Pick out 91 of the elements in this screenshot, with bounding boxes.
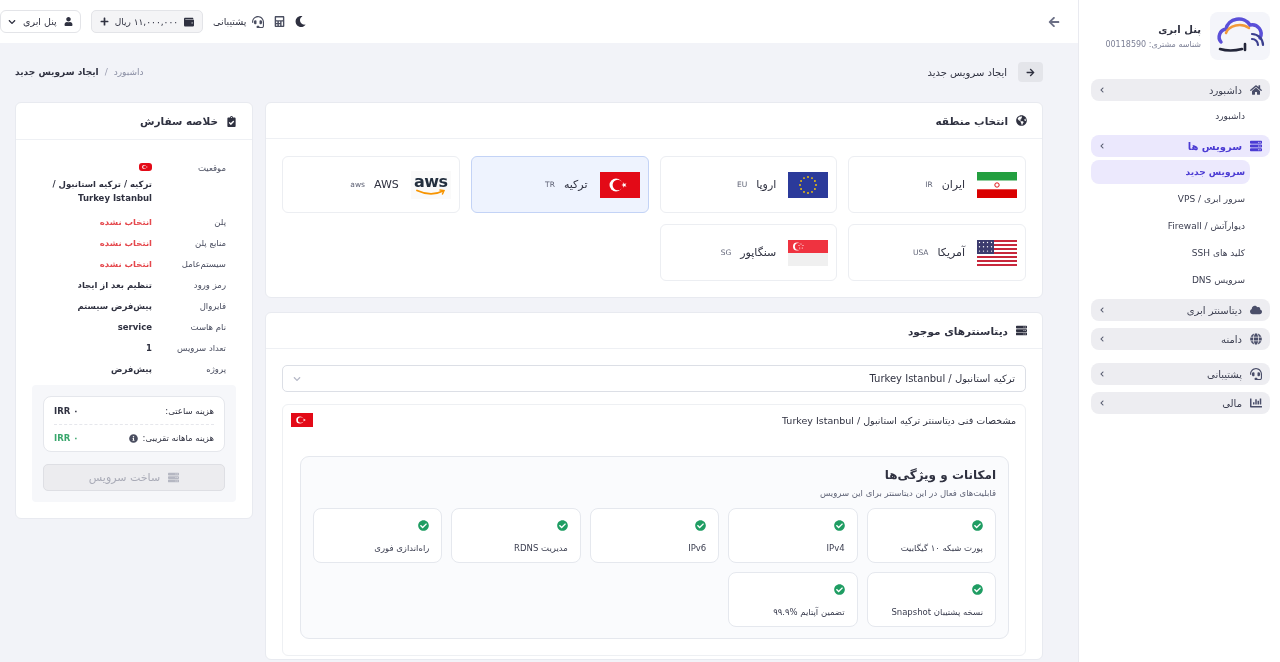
summary-value: ترکیه / ترکیه استانبول / Turkey Istanbul bbox=[52, 178, 152, 205]
plus-icon bbox=[99, 17, 109, 26]
turkey-flag-icon bbox=[291, 413, 313, 427]
feature-label: پورت شبکه ۱۰ گیگابیت bbox=[900, 543, 983, 553]
clipboard-check-icon bbox=[226, 115, 237, 127]
server-icon bbox=[1016, 325, 1027, 336]
summary-label: سیستم‌عامل bbox=[180, 257, 226, 271]
feature-label: راه‌اندازی فوری bbox=[374, 543, 430, 553]
summary-label: فایروال bbox=[198, 299, 226, 313]
eu-flag-icon bbox=[788, 171, 829, 198]
singapore-flag-icon bbox=[788, 239, 829, 266]
wallet-button[interactable]: ۱۱,۰۰۰,۰۰۰ ریال bbox=[90, 10, 204, 33]
summary-value: service bbox=[116, 320, 152, 334]
server-icon bbox=[168, 472, 180, 483]
right-arrow-icon bbox=[1026, 67, 1035, 77]
chevron-icon bbox=[1099, 307, 1105, 313]
subnav-item[interactable]: سرویس جدید bbox=[1091, 160, 1250, 184]
feature-label: IPv4 bbox=[826, 543, 845, 553]
globe-icon bbox=[1250, 333, 1262, 345]
summary-value: انتخاب نشده bbox=[98, 236, 152, 250]
summary-label: پروژه bbox=[205, 362, 226, 376]
chevron-icon bbox=[1099, 371, 1105, 377]
subnav-item[interactable]: کلید های SSH bbox=[1091, 241, 1250, 265]
features-subtitle: قابلیت‌های فعال در این دیتاسنتر برای این سرویس bbox=[818, 488, 996, 498]
subnav-item[interactable]: سرویس DNS bbox=[1091, 268, 1250, 292]
user-icon bbox=[63, 17, 73, 26]
breadcrumb-separator: / bbox=[104, 67, 108, 77]
moon-icon[interactable] bbox=[295, 16, 307, 27]
details-title: مشخصات فنی دیتاسنتر ترکیه استانبول / Turkey Istanbul bbox=[782, 414, 1016, 426]
chevron-down-icon bbox=[8, 17, 16, 26]
datacenter-select[interactable]: ترکیه استانبول / Turkey Istanbul bbox=[282, 365, 1026, 392]
summary-value: تنظیم بعد از ایجاد bbox=[76, 278, 152, 292]
cost-label: هزینه ماهانه تقریبی: bbox=[142, 433, 214, 443]
chevron-down-icon bbox=[293, 374, 301, 383]
summary-label: پلن bbox=[213, 215, 226, 229]
summary-value: انتخاب نشده bbox=[98, 215, 152, 229]
cloud-icon bbox=[1250, 304, 1262, 316]
summary-label: تعداد سرویس bbox=[176, 341, 226, 355]
section-title: انتخاب منطقه bbox=[935, 114, 1008, 127]
bar-chart-icon bbox=[1250, 397, 1262, 409]
summary-label: موقعیت bbox=[196, 162, 226, 175]
subnav-item[interactable]: داشبورد bbox=[1091, 104, 1250, 128]
chevron-icon bbox=[1099, 400, 1105, 406]
home-icon bbox=[1250, 84, 1262, 96]
globe-icon bbox=[1016, 115, 1027, 126]
subnav-item[interactable]: دیوارآتش / Firewall bbox=[1091, 214, 1250, 238]
turkey-flag-icon bbox=[599, 171, 640, 198]
summary-value: پیش‌فرض سیستم bbox=[76, 299, 152, 313]
support-link[interactable]: پشتیبانی bbox=[213, 15, 265, 28]
cost-value: IRR ۰ bbox=[54, 433, 79, 443]
back-button[interactable] bbox=[1018, 62, 1043, 82]
nav-item[interactable]: مالی bbox=[1091, 392, 1270, 414]
summary-label: منابع پلن bbox=[194, 236, 226, 250]
feature-label: تضمین آپتایم %۹۹.۹ bbox=[773, 607, 845, 617]
headset-icon bbox=[252, 15, 265, 28]
feature-label: نسخه پشتیبان Snapshot bbox=[891, 607, 983, 617]
page-title: ایجاد سرویس جدید bbox=[927, 66, 1007, 78]
summary-label: رمز ورود bbox=[192, 278, 226, 292]
cost-label: هزینه ساعتی: bbox=[165, 405, 214, 416]
calculator-icon[interactable] bbox=[274, 16, 286, 27]
section-title: دیتاسنترهای موجود bbox=[907, 324, 1008, 337]
chevron-icon bbox=[1099, 87, 1105, 93]
nav-item[interactable]: دامنه bbox=[1091, 328, 1270, 350]
panel-title: پنل ابری bbox=[1157, 23, 1201, 35]
cloud-logo bbox=[1210, 12, 1270, 60]
summary-label: نام هاست bbox=[189, 320, 226, 334]
turkey-flag-icon bbox=[139, 163, 152, 171]
back-arrow-icon[interactable] bbox=[1048, 15, 1060, 28]
headset-icon bbox=[1250, 368, 1262, 380]
summary-value: 1 bbox=[145, 341, 152, 355]
feature-label: مدیریت RDNS bbox=[514, 543, 568, 553]
chevron-icon bbox=[1099, 336, 1105, 342]
summary-value: پیش‌فرض bbox=[110, 362, 152, 376]
cost-value: IRR ۰ bbox=[54, 405, 79, 416]
nav-item[interactable]: پشتیبانی bbox=[1091, 363, 1270, 385]
feature-label: IPv6 bbox=[688, 543, 707, 553]
chevron-icon bbox=[1099, 143, 1105, 149]
us-flag-icon bbox=[977, 239, 1017, 266]
customer-id: شناسه مشتری: 00118590 bbox=[1105, 39, 1201, 49]
iran-flag-icon bbox=[977, 171, 1017, 198]
server-icon bbox=[1250, 140, 1262, 152]
subnav-item[interactable]: سرور ابری / VPS bbox=[1091, 187, 1250, 211]
wallet-icon bbox=[184, 16, 195, 27]
nav-item[interactable]: داشبورد bbox=[1091, 79, 1270, 101]
features-title: امکانات و ویژگی‌ها bbox=[883, 468, 996, 482]
user-menu[interactable]: پنل ابری bbox=[0, 10, 81, 33]
section-title: خلاصه سفارش bbox=[139, 115, 218, 127]
summary-value: انتخاب نشده bbox=[98, 257, 152, 271]
nav-item[interactable]: سرویس ها bbox=[1091, 135, 1270, 157]
nav-item[interactable]: دیتاسنتر ابری bbox=[1091, 299, 1270, 321]
breadcrumb-current: ایجاد سرویس جدید bbox=[15, 67, 99, 77]
